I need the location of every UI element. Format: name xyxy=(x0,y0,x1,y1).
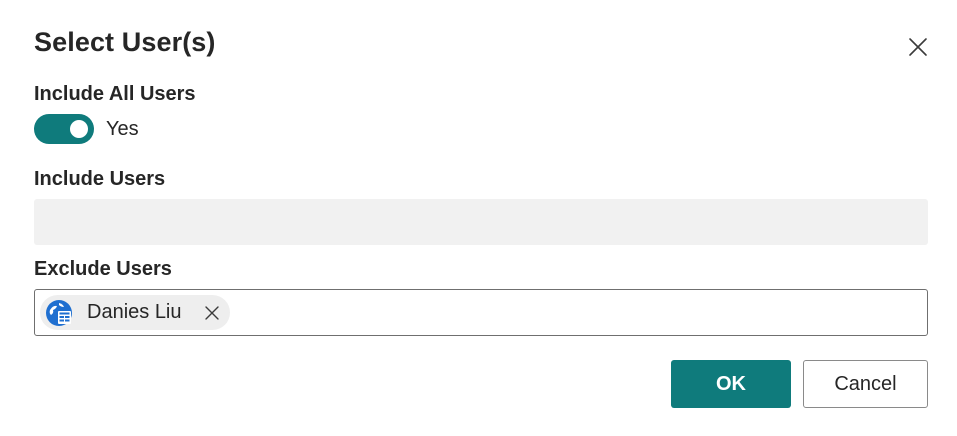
toggle-knob xyxy=(70,120,88,138)
user-chip[interactable]: Danies Liu xyxy=(40,295,230,330)
include-all-users-value: Yes xyxy=(106,117,139,140)
exclude-users-input[interactable]: Danies Liu xyxy=(34,289,928,336)
include-all-users-field: Yes xyxy=(34,114,139,144)
dialog-title: Select User(s) xyxy=(34,27,216,57)
select-users-dialog: Select User(s) Include All Users Yes Inc… xyxy=(0,0,957,436)
user-globe-icon xyxy=(45,299,73,327)
include-all-users-label: Include All Users xyxy=(34,83,196,105)
include-users-input[interactable] xyxy=(34,199,928,245)
cancel-button[interactable]: Cancel xyxy=(803,360,928,408)
close-icon xyxy=(205,305,219,320)
include-all-users-toggle[interactable] xyxy=(34,114,94,144)
user-chip-remove-button[interactable] xyxy=(204,304,220,322)
user-chip-name: Danies Liu xyxy=(87,301,182,323)
close-button[interactable] xyxy=(904,33,932,61)
close-icon xyxy=(909,38,927,56)
exclude-users-label: Exclude Users xyxy=(34,258,172,280)
ok-button[interactable]: OK xyxy=(671,360,791,408)
include-users-label: Include Users xyxy=(34,168,166,190)
